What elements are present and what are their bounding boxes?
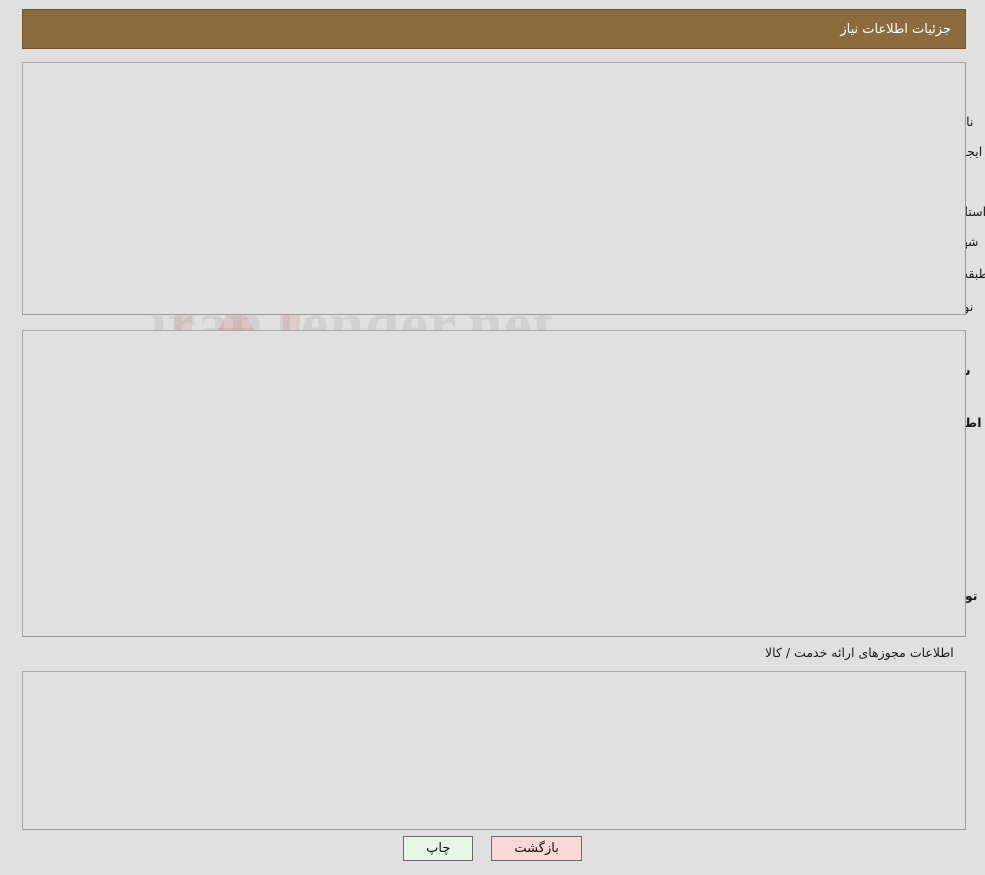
page-title-text: جزئیات اطلاعات نیاز: [840, 21, 951, 37]
back-button[interactable]: بازگشت: [491, 836, 582, 861]
print-button[interactable]: چاپ: [403, 836, 474, 861]
description-panel: [22, 330, 966, 637]
main-info-panel: [22, 62, 966, 315]
footer-actions: بازگشت چاپ: [0, 836, 985, 861]
page-root: iranTender.net جزئیات اطلاعات نیاز شماره…: [0, 0, 985, 875]
page-title: جزئیات اطلاعات نیاز: [22, 9, 966, 49]
permits-panel: [22, 671, 966, 830]
permits-heading: اطلاعات مجوزهای ارائه خدمت / کالا: [765, 645, 954, 660]
